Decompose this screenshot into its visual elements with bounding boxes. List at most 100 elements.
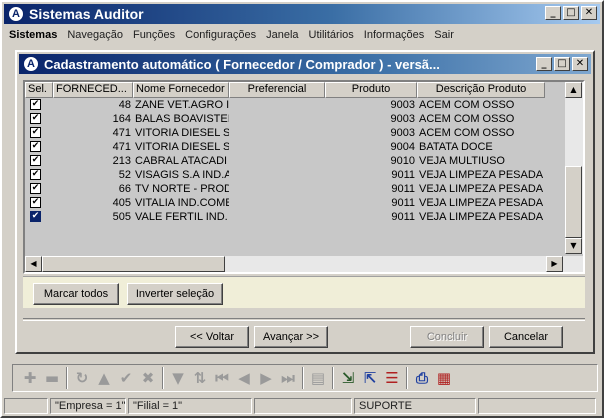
cell-preferencial[interactable] <box>229 126 325 140</box>
row-checkbox[interactable]: ✔ <box>30 211 41 222</box>
mark-all-button[interactable]: Marcar todos <box>33 283 119 305</box>
refresh-icon[interactable]: ↻ <box>71 367 93 389</box>
cell-descricao[interactable]: VEJA LIMPEZA PESADA <box>417 210 545 224</box>
scroll-down-button[interactable]: ▼ <box>565 238 582 254</box>
cell-fornecedor[interactable]: 66 <box>53 182 133 196</box>
cell-nome[interactable]: VALE FERTIL IND. <box>133 210 229 224</box>
row-checkbox[interactable]: ✔ <box>30 169 41 180</box>
cell-nome[interactable]: VITALIA IND.COME <box>133 196 229 210</box>
cell-descricao[interactable]: VEJA MULTIUSO <box>417 154 545 168</box>
cell-descricao[interactable]: ACEM COM OSSO <box>417 112 545 126</box>
vertical-scrollbar[interactable]: ▲ ▼ <box>565 82 583 254</box>
row-select-cell[interactable]: ✔ <box>25 98 53 112</box>
remove-icon[interactable]: ▬ <box>41 367 63 389</box>
row-checkbox[interactable]: ✔ <box>30 141 41 152</box>
cancel-button[interactable]: Cancelar <box>489 326 563 348</box>
row-checkbox[interactable]: ✔ <box>30 127 41 138</box>
menu-janela[interactable]: Janela <box>261 29 303 41</box>
filter-icon[interactable]: ▼ <box>167 367 189 389</box>
document-icon[interactable]: ▤ <box>307 367 329 389</box>
row-select-cell[interactable]: ✔ <box>25 182 53 196</box>
table-row[interactable]: ✔ 164 BALAS BOAVISTEI 9003 ACEM COM OSSO <box>25 112 567 126</box>
vertical-scroll-thumb[interactable] <box>565 166 582 238</box>
row-checkbox[interactable]: ✔ <box>30 155 41 166</box>
cell-descricao[interactable]: ACEM COM OSSO <box>417 98 545 112</box>
child-maximize-button[interactable]: □ <box>554 57 570 71</box>
table-row[interactable]: ✔ 405 VITALIA IND.COME 9011 VEJA LIMPEZA PES… <box>25 196 567 210</box>
table-row[interactable]: ✔ 213 CABRAL ATACADI 9010 VEJA MULTIUSO <box>25 154 567 168</box>
cell-descricao[interactable]: VEJA LIMPEZA PESADA <box>417 182 545 196</box>
row-select-cell[interactable]: ✔ <box>25 196 53 210</box>
menu-configuracoes[interactable]: Configurações <box>180 29 261 41</box>
prev-record-icon[interactable]: ◀ <box>233 367 255 389</box>
cancel-icon[interactable]: ✖ <box>137 367 159 389</box>
cell-preferencial[interactable] <box>229 182 325 196</box>
menu-utilitarios[interactable]: Utilitários <box>304 29 359 41</box>
cell-preferencial[interactable] <box>229 154 325 168</box>
child-title-bar[interactable]: A Cadastramento automático ( Fornecedor … <box>19 54 591 74</box>
cell-nome[interactable]: VITORIA DIESEL S <box>133 140 229 154</box>
cell-produto[interactable]: 9004 <box>325 140 417 154</box>
row-checkbox[interactable]: ✔ <box>30 183 41 194</box>
triangle-up-icon[interactable]: ▲ <box>93 367 115 389</box>
cell-produto[interactable]: 9011 <box>325 168 417 182</box>
last-record-icon[interactable]: ⏭ <box>277 367 299 389</box>
cell-produto[interactable]: 9011 <box>325 196 417 210</box>
main-title-bar[interactable]: A Sistemas Auditor _ □ ✕ <box>4 4 600 24</box>
cell-produto[interactable]: 9003 <box>325 126 417 140</box>
cell-fornecedor[interactable]: 52 <box>53 168 133 182</box>
cell-produto[interactable]: 9011 <box>325 210 417 224</box>
cell-fornecedor[interactable]: 471 <box>53 140 133 154</box>
cell-preferencial[interactable] <box>229 168 325 182</box>
print-icon[interactable]: ⎙ <box>411 367 433 389</box>
cell-preferencial[interactable] <box>229 210 325 224</box>
invert-selection-button[interactable]: Inverter seleção <box>127 283 223 305</box>
cell-fornecedor[interactable]: 505 <box>53 210 133 224</box>
next-button[interactable]: Avançar >> <box>254 326 328 348</box>
confirm-icon[interactable]: ✔ <box>115 367 137 389</box>
sort-icon[interactable]: ⇅ <box>189 367 211 389</box>
horizontal-scroll-thumb[interactable] <box>42 256 225 272</box>
scroll-up-button[interactable]: ▲ <box>565 82 582 98</box>
column-header-preferencial[interactable]: Preferencial <box>229 82 325 98</box>
cell-produto[interactable]: 9003 <box>325 112 417 126</box>
report-icon[interactable]: ▦ <box>433 367 455 389</box>
menu-informacoes[interactable]: Informações <box>359 29 430 41</box>
close-button[interactable]: ✕ <box>581 6 597 20</box>
table-row[interactable]: ✔ 471 VITORIA DIESEL S 9003 ACEM COM OSSO <box>25 126 567 140</box>
first-record-icon[interactable]: ⏮ <box>211 367 233 389</box>
cell-fornecedor[interactable]: 405 <box>53 196 133 210</box>
child-close-button[interactable]: ✕ <box>572 57 588 71</box>
cell-nome[interactable]: VITORIA DIESEL S <box>133 126 229 140</box>
column-header-fornecedor[interactable]: FORNECED... <box>53 82 133 98</box>
row-select-cell[interactable]: ✔ <box>25 140 53 154</box>
finish-button[interactable]: Concluir <box>410 326 484 348</box>
row-select-cell[interactable]: ✔ <box>25 154 53 168</box>
row-checkbox[interactable]: ✔ <box>30 197 41 208</box>
maximize-button[interactable]: □ <box>563 6 579 20</box>
column-header-sel[interactable]: Sel. <box>25 82 53 98</box>
row-checkbox[interactable]: ✔ <box>30 99 41 110</box>
row-select-cell[interactable]: ✔ <box>25 126 53 140</box>
menu-sair[interactable]: Sair <box>429 29 459 41</box>
table-row[interactable]: ✔ 471 VITORIA DIESEL S 9004 BATATA DOCE <box>25 140 567 154</box>
horizontal-scrollbar[interactable]: ◀ ▶ <box>25 256 583 272</box>
cell-preferencial[interactable] <box>229 196 325 210</box>
column-header-descricao[interactable]: Descrição Produto <box>417 82 545 98</box>
add-icon[interactable]: ✚ <box>19 367 41 389</box>
column-header-nome[interactable]: Nome Fornecedor <box>133 82 229 98</box>
cell-nome[interactable]: BALAS BOAVISTEI <box>133 112 229 126</box>
table-row[interactable]: ✔ 52 VISAGIS S.A IND.A 9011 VEJA LIMPEZA PES… <box>25 168 567 182</box>
cell-produto[interactable]: 9011 <box>325 182 417 196</box>
row-select-cell[interactable]: ✔ <box>25 112 53 126</box>
delete-list-icon[interactable]: ☰ <box>381 367 403 389</box>
menu-funcoes[interactable]: Funções <box>128 29 180 41</box>
table-row[interactable]: ✔ 505 VALE FERTIL IND. 9011 VEJA LIMPEZA PES… <box>25 210 567 224</box>
back-button[interactable]: << Voltar <box>175 326 249 348</box>
cell-fornecedor[interactable]: 164 <box>53 112 133 126</box>
cell-nome[interactable]: ZANE VET.AGRO I <box>133 98 229 112</box>
cell-descricao[interactable]: VEJA LIMPEZA PESADA <box>417 168 545 182</box>
menu-navegacao[interactable]: Navegação <box>62 29 128 41</box>
cell-produto[interactable]: 9003 <box>325 98 417 112</box>
scroll-right-button[interactable]: ▶ <box>546 256 563 272</box>
